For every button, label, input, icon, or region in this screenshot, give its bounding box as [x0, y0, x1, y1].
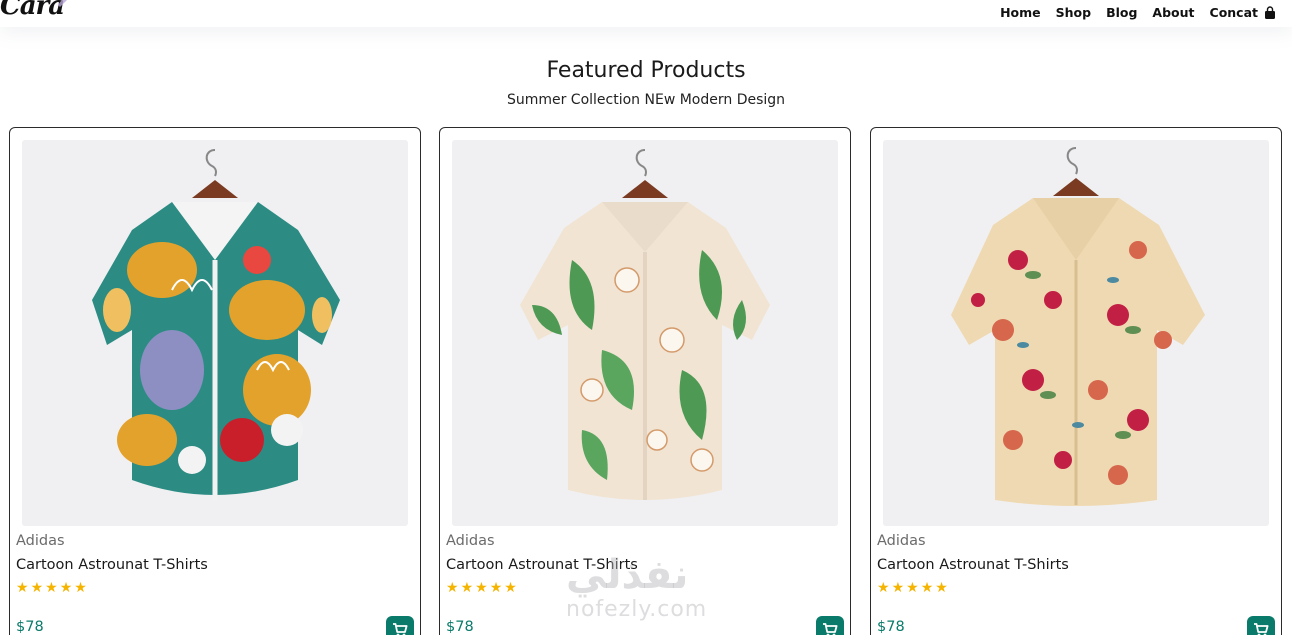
product-image[interactable] [452, 140, 838, 526]
product-name[interactable]: Cartoon Astrounat T-Shirts [877, 557, 1069, 573]
section-subtitle: Summer Collection NEw Modern Design [506, 92, 786, 108]
nav-blog[interactable]: Blog [1106, 5, 1137, 20]
product-price: $78 [446, 619, 474, 635]
product-name[interactable]: Cartoon Astrounat T-Shirts [16, 557, 208, 573]
star-icon: ★ [59, 580, 73, 596]
star-icon: ★ [877, 580, 890, 596]
section-title: Featured Products [546, 58, 746, 83]
star-icon: ★ [906, 580, 919, 596]
product-rating: ★ ★ ★ ★ ★ [446, 581, 517, 595]
product-card[interactable]: Adidas Cartoon Astrounat T-Shirts ★ ★ ★ … [870, 127, 1282, 635]
tropical-leaf-shirt-image [520, 149, 770, 500]
logo[interactable]: Cara [0, 0, 67, 21]
nav-home[interactable]: Home [1000, 5, 1041, 20]
nav-contact[interactable]: Concat [1210, 5, 1258, 20]
product-card[interactable]: Adidas Cartoon Astrounat T-Shirts ★ ★ ★ … [439, 127, 851, 635]
floral-rose-shirt-image [951, 147, 1205, 506]
star-icon: ★ [446, 580, 459, 596]
product-name[interactable]: Cartoon Astrounat T-Shirts [446, 557, 638, 573]
product-rating: ★ ★ ★ ★ ★ [877, 581, 948, 595]
add-to-cart-button[interactable] [816, 616, 844, 635]
product-price: $78 [877, 619, 905, 635]
add-to-cart-button[interactable] [386, 616, 414, 635]
product-rating: ★ ★ ★ ★ ★ [16, 581, 87, 595]
star-icon: ★ [489, 580, 503, 596]
star-icon: ★ [891, 580, 905, 596]
product-brand: Adidas [16, 533, 65, 549]
product-brand: Adidas [877, 533, 926, 549]
product-card[interactable]: Adidas Cartoon Astrounat T-Shirts ★ ★ ★ … [9, 127, 421, 635]
star-icon: ★ [16, 580, 29, 596]
nav-about[interactable]: About [1152, 5, 1194, 20]
abstract-print-shirt-image [92, 149, 340, 500]
cart-icon [823, 623, 838, 635]
cart-icon [393, 623, 408, 635]
star-icon: ★ [920, 580, 934, 596]
star-icon: ★ [460, 580, 474, 596]
product-price: $78 [16, 619, 44, 635]
cart-icon [1254, 623, 1269, 635]
product-image[interactable] [22, 140, 408, 526]
site-header: Cara Home Shop Blog About Concat [0, 0, 1292, 27]
star-icon: ★ [935, 580, 948, 596]
logo-text: Cara [0, 0, 65, 21]
shopping-bag-icon[interactable] [1264, 5, 1276, 20]
star-icon: ★ [504, 580, 517, 596]
star-icon: ★ [475, 580, 488, 596]
star-icon: ★ [30, 580, 44, 596]
star-icon: ★ [74, 580, 87, 596]
add-to-cart-button[interactable] [1247, 616, 1275, 635]
star-icon: ★ [45, 580, 58, 596]
product-image[interactable] [883, 140, 1269, 526]
nav-shop[interactable]: Shop [1056, 5, 1091, 20]
logo-leaf-icon [58, 0, 67, 7]
product-brand: Adidas [446, 533, 495, 549]
main-nav: Home Shop Blog About Concat [1000, 5, 1276, 20]
